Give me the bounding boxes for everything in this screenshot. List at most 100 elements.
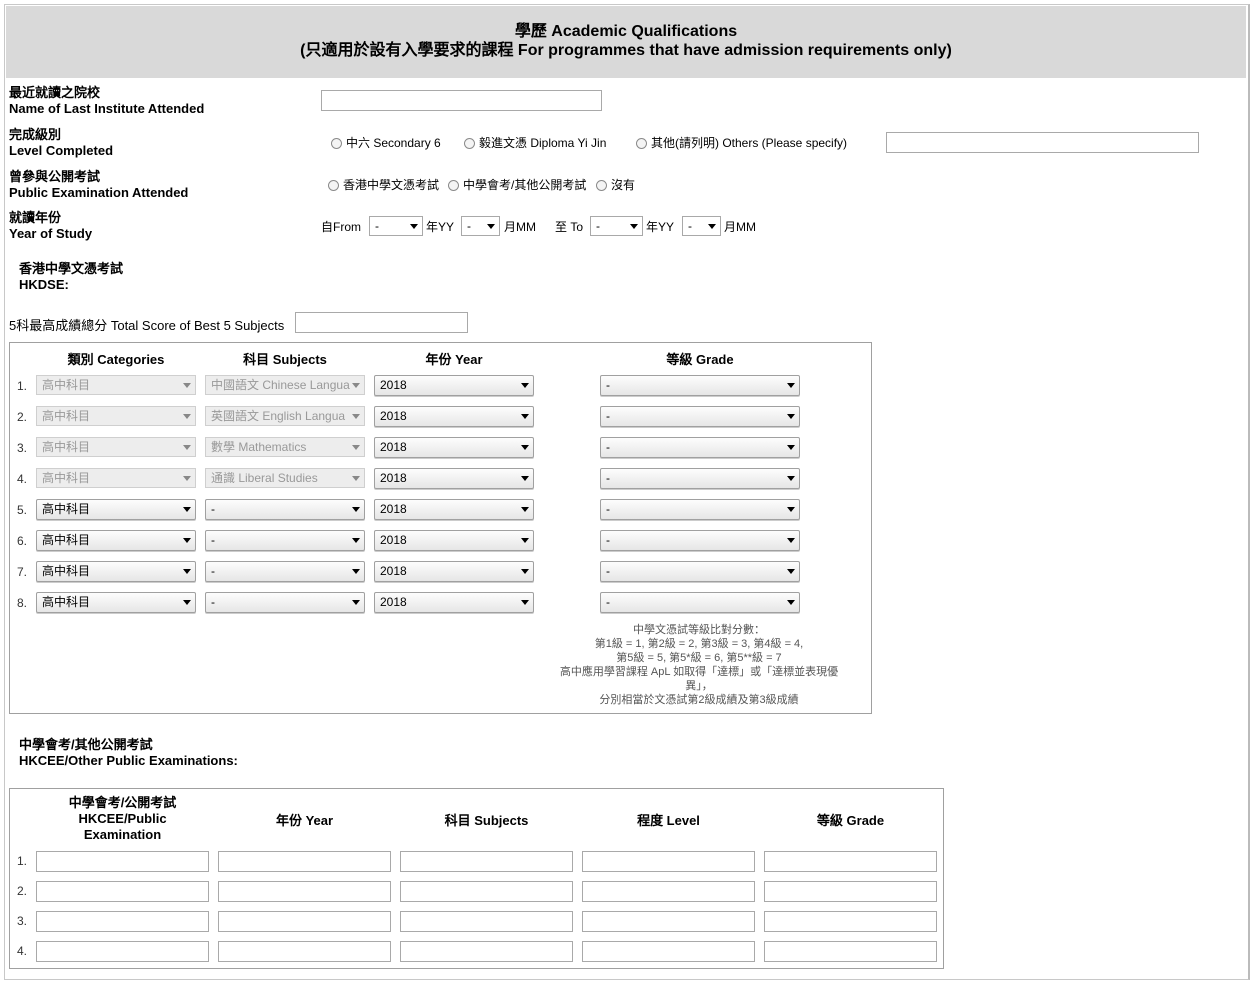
year-input[interactable]	[218, 911, 391, 932]
institute-input[interactable]	[321, 90, 602, 111]
chevron-down-icon	[352, 476, 360, 481]
category-select[interactable]: 高中科目	[36, 499, 196, 520]
from-month-select[interactable]: -	[461, 216, 500, 236]
category-select[interactable]: 高中科目	[36, 592, 196, 613]
radio-icon[interactable]	[596, 180, 607, 191]
subject-value: -	[211, 502, 215, 516]
category-value: 高中科目	[42, 595, 91, 609]
to-year-select[interactable]: -	[590, 216, 643, 236]
subject-value: -	[211, 533, 215, 547]
category-value: 高中科目	[42, 533, 91, 547]
grade-input[interactable]	[764, 911, 937, 932]
radio-icon[interactable]	[448, 180, 459, 191]
subject-value: 數學 Mathematics	[211, 440, 307, 454]
grade-input[interactable]	[764, 851, 937, 872]
subject-input[interactable]	[400, 881, 573, 902]
from-year-select[interactable]: -	[369, 216, 423, 236]
subject-select: 數學 Mathematics	[205, 437, 365, 457]
subject-select[interactable]: -	[205, 499, 365, 520]
chevron-down-icon	[787, 414, 795, 419]
radio-icon[interactable]	[464, 138, 475, 149]
level-input[interactable]	[582, 911, 755, 932]
section-title: 學歷 Academic Qualifications	[514, 23, 738, 40]
year-value: 2018	[380, 378, 407, 392]
radio-icon[interactable]	[636, 138, 647, 149]
grade-select[interactable]: -	[600, 592, 800, 613]
category-select[interactable]: 高中科目	[36, 530, 196, 551]
year-select[interactable]: 2018	[374, 468, 534, 489]
hkcee-title-en: HKCEE/Other Public Examinations:	[19, 753, 238, 768]
institute-label: 最近就讀之院校 Name of Last Institute Attended	[9, 85, 204, 117]
level-option-secondary6[interactable]: 中六 Secondary 6	[331, 134, 441, 151]
subject-input[interactable]	[400, 941, 573, 962]
exam-option-hkcee[interactable]: 中學會考/其他公開考試	[448, 176, 586, 193]
grade-select[interactable]: -	[600, 437, 800, 458]
category-select[interactable]: 高中科目	[36, 561, 196, 582]
category-value: 高中科目	[42, 378, 91, 392]
year-select[interactable]: 2018	[374, 561, 534, 582]
year-select[interactable]: 2018	[374, 499, 534, 520]
year-select[interactable]: 2018	[374, 592, 534, 613]
col-header-subjects: 科目 Subjects	[243, 352, 327, 367]
year-select[interactable]: 2018	[374, 530, 534, 551]
year-input[interactable]	[218, 941, 391, 962]
radio-icon[interactable]	[331, 138, 342, 149]
note-line: 高中應用學習課程 ApL 如取得「達標」或「達標並表現優	[559, 666, 839, 678]
chevron-down-icon	[183, 569, 191, 574]
category-select: 高中科目	[36, 468, 196, 488]
subject-value: -	[211, 564, 215, 578]
category-select: 高中科目	[36, 375, 196, 395]
grade-select[interactable]: -	[600, 499, 800, 520]
radio-icon[interactable]	[328, 180, 339, 191]
study-year-label: 就讀年份 Year of Study	[9, 210, 92, 242]
note-line: 第5級 = 5, 第5*級 = 6, 第5**級 = 7	[616, 652, 782, 664]
exam-input[interactable]	[36, 941, 209, 962]
to-month-select[interactable]: -	[682, 216, 721, 236]
level-input[interactable]	[582, 881, 755, 902]
grade-select[interactable]: -	[600, 561, 800, 582]
level-input[interactable]	[582, 941, 755, 962]
level-label-zh: 完成級別	[9, 127, 62, 142]
exam-option-hkdse[interactable]: 香港中學文憑考試	[328, 176, 439, 193]
year-input[interactable]	[218, 881, 391, 902]
category-value: 高中科目	[42, 409, 91, 423]
subject-select[interactable]: -	[205, 592, 365, 613]
year-select[interactable]: 2018	[374, 406, 534, 427]
grade-select[interactable]: -	[600, 406, 800, 427]
level-option-yijin[interactable]: 毅進文憑 Diploma Yi Jin	[464, 134, 606, 151]
subject-input[interactable]	[400, 911, 573, 932]
subject-select[interactable]: -	[205, 561, 365, 582]
exam-input[interactable]	[36, 911, 209, 932]
year-value: 2018	[380, 471, 407, 485]
level-other-input[interactable]	[886, 132, 1199, 153]
subject-select[interactable]: -	[205, 530, 365, 551]
col-header-exam-en1: HKCEE/Public	[78, 811, 167, 826]
subject-value: 通識 Liberal Studies	[211, 471, 318, 485]
year-select[interactable]: 2018	[374, 375, 534, 396]
grade-select[interactable]: -	[600, 375, 800, 396]
from-yy-label: 年YY	[426, 220, 455, 234]
col-header-grade: 等級 Grade	[816, 813, 885, 828]
year-value: 2018	[380, 564, 407, 578]
level-input[interactable]	[582, 851, 755, 872]
section-subtitle: (只適用於設有入學要求的課程 For programmes that have …	[300, 42, 952, 59]
exam-input[interactable]	[36, 881, 209, 902]
subject-input[interactable]	[400, 851, 573, 872]
level-option-others[interactable]: 其他(請列明) Others (Please specify)	[636, 134, 847, 151]
to-month-value: -	[688, 219, 692, 233]
chevron-down-icon	[352, 538, 360, 543]
grade-input[interactable]	[764, 881, 937, 902]
exam-input[interactable]	[36, 851, 209, 872]
level-option-label: 毅進文憑 Diploma Yi Jin	[479, 136, 607, 150]
chevron-down-icon	[521, 538, 529, 543]
grade-input[interactable]	[764, 941, 937, 962]
year-input[interactable]	[218, 851, 391, 872]
grade-select[interactable]: -	[600, 530, 800, 551]
total-score-label: 5科最高成績總分 Total Score of Best 5 Subjects	[9, 318, 285, 333]
year-select[interactable]: 2018	[374, 437, 534, 458]
grade-select[interactable]: -	[600, 468, 800, 489]
col-header-year: 年份 Year	[275, 813, 334, 828]
exam-option-none[interactable]: 沒有	[596, 176, 635, 193]
total-score-input[interactable]	[295, 312, 468, 333]
year-value: 2018	[380, 533, 407, 547]
